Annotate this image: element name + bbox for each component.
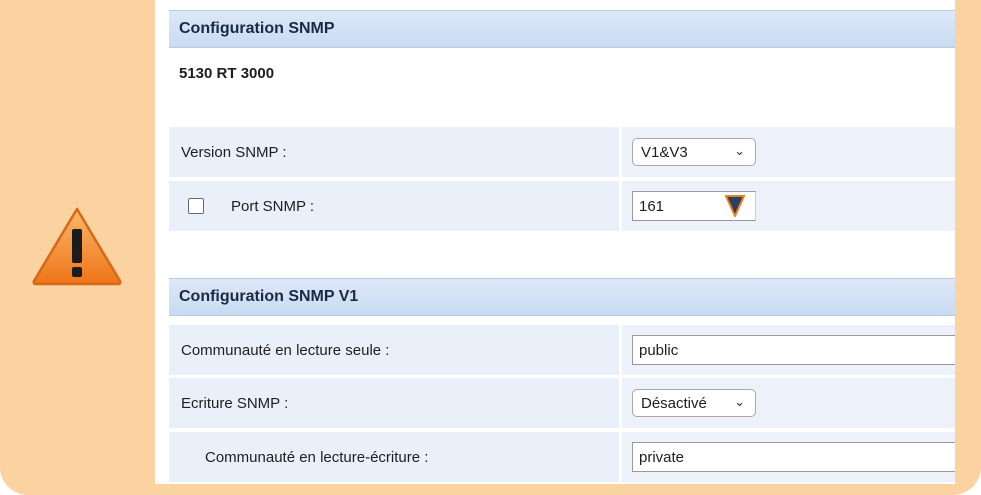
port-snmp-checkbox[interactable]: [188, 198, 204, 214]
rw-community-input[interactable]: private: [632, 442, 955, 472]
version-snmp-select[interactable]: V1&V3 ⌄: [632, 138, 756, 166]
version-snmp-label: Version SNMP :: [169, 127, 619, 177]
chevron-down-icon: ⌄: [734, 394, 745, 409]
callout-frame: Configuration SNMP 5130 RT 3000 Version …: [0, 0, 981, 495]
section-header-snmp: Configuration SNMP: [169, 10, 955, 48]
read-community-input[interactable]: public: [632, 335, 955, 365]
rw-community-value: private: [639, 448, 685, 466]
port-snmp-value: 161: [639, 197, 665, 215]
snmp-config-panel: Configuration SNMP 5130 RT 3000 Version …: [155, 0, 955, 484]
port-snmp-input[interactable]: 161: [632, 191, 756, 221]
write-snmp-value: Désactivé: [641, 394, 707, 412]
row-rw-community: Communauté en lecture-écriture : private: [169, 432, 955, 482]
write-snmp-select[interactable]: Désactivé ⌄: [632, 389, 756, 417]
row-version-snmp: Version SNMP : V1&V3 ⌄: [169, 127, 955, 177]
write-snmp-label: Ecriture SNMP :: [169, 378, 619, 428]
row-write-snmp: Ecriture SNMP : Désactivé ⌄: [169, 378, 955, 428]
read-community-value: public: [639, 341, 679, 359]
warning-icon: [32, 207, 122, 286]
rw-community-label: Communauté en lecture-écriture :: [169, 432, 619, 482]
row-read-community: Communauté en lecture seule : public: [169, 325, 955, 375]
row-port-snmp: Port SNMP : 161: [169, 181, 955, 231]
cursor-icon: [725, 195, 745, 217]
port-snmp-label: Port SNMP :: [169, 181, 619, 231]
version-snmp-value: V1&V3: [641, 143, 688, 161]
read-community-label: Communauté en lecture seule :: [169, 325, 619, 375]
device-name: 5130 RT 3000: [179, 65, 275, 82]
chevron-down-icon: ⌄: [734, 143, 745, 158]
section-header-snmp-v1: Configuration SNMP V1: [169, 278, 955, 316]
